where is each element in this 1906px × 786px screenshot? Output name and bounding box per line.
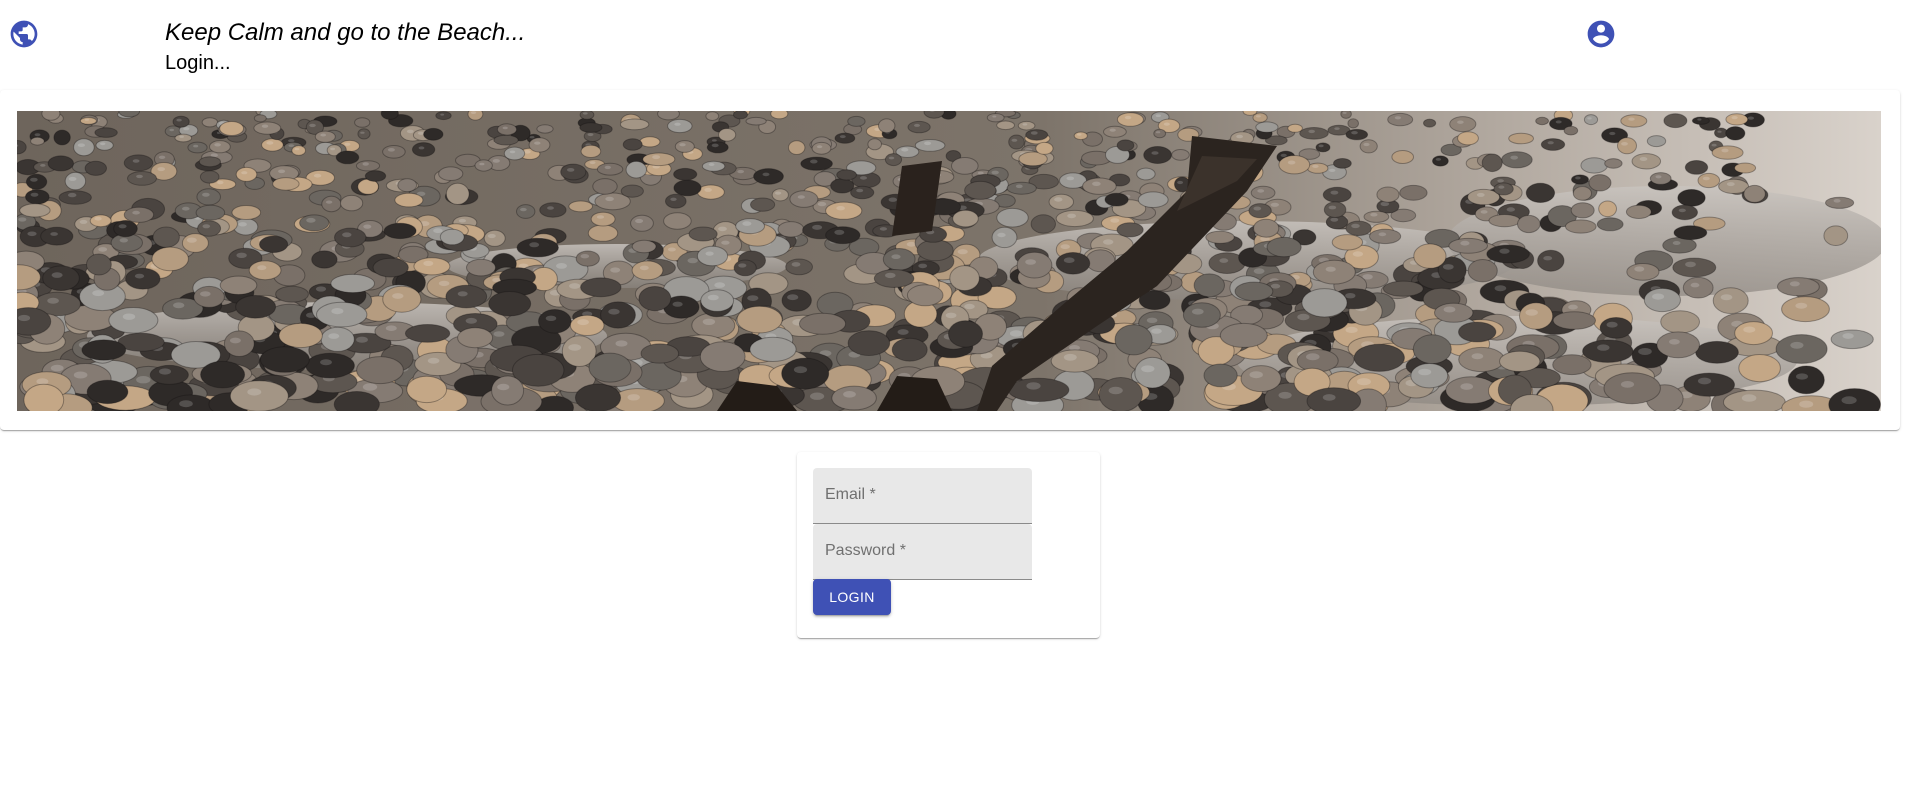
- banner-card: [0, 90, 1900, 430]
- account-circle-icon[interactable]: [1585, 18, 1617, 50]
- password-label: Password *: [825, 542, 906, 559]
- email-label: Email *: [825, 486, 876, 503]
- email-field[interactable]: Email *: [813, 468, 1032, 524]
- app-header: Keep Calm and go to the Beach... Login..…: [0, 0, 1906, 88]
- pebble-beach-photo: [17, 111, 1881, 411]
- header-titles: Keep Calm and go to the Beach... Login..…: [165, 18, 525, 76]
- globe-icon[interactable]: [8, 18, 40, 50]
- site-title: Keep Calm and go to the Beach...: [165, 19, 526, 46]
- login-button[interactable]: LOGIN: [813, 579, 891, 615]
- password-field[interactable]: Password *: [813, 524, 1032, 580]
- page-subtitle: Login...: [165, 52, 231, 74]
- login-card: Email * Password * LOGIN: [797, 452, 1100, 638]
- banner-image: [17, 111, 1881, 411]
